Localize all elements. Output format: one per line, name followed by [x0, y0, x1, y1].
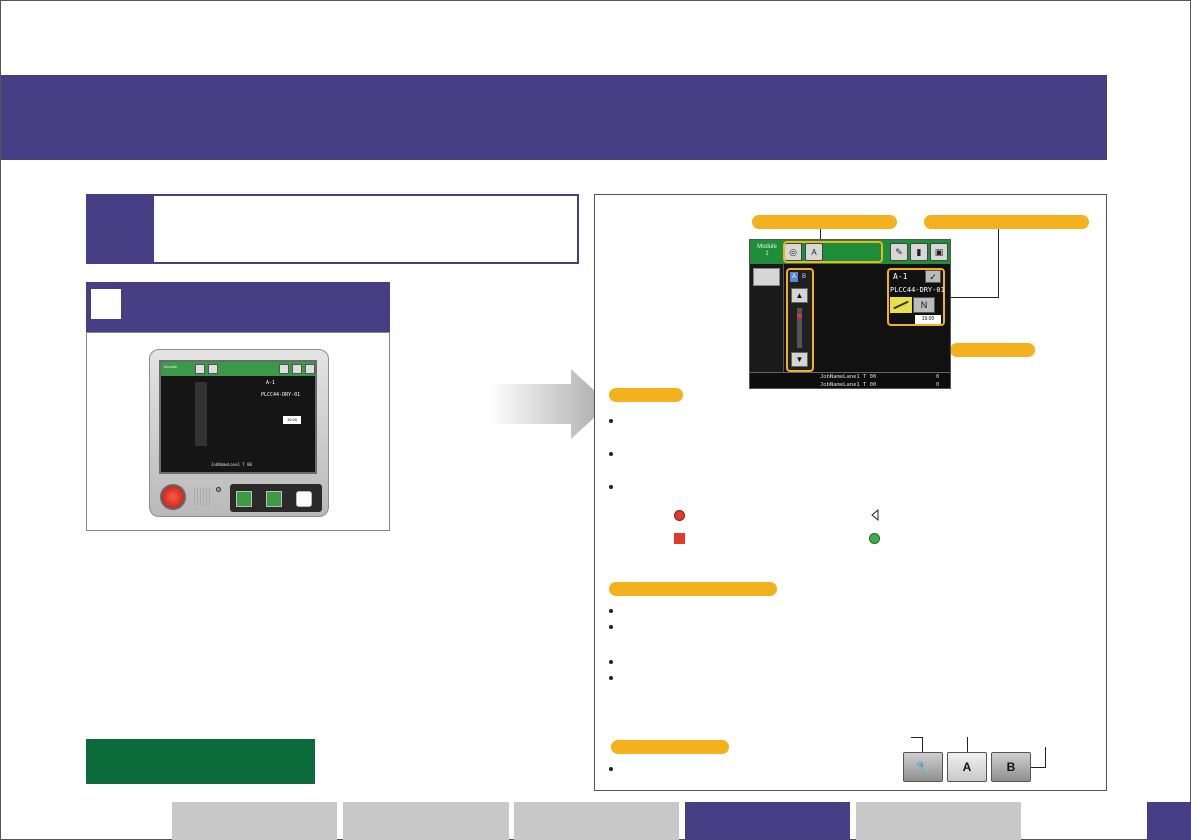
bullet [609, 419, 613, 423]
wrench-icon[interactable]: ✎ [890, 243, 908, 261]
part-image-icon [890, 297, 912, 313]
device-a-icon [208, 364, 218, 374]
bullet [609, 660, 613, 664]
slot-id: A-1 [893, 272, 908, 281]
power-key[interactable] [296, 491, 312, 507]
device-status-text: JobNameLane1 T 00 [211, 462, 252, 467]
start-key[interactable] [236, 491, 252, 507]
label-pill [609, 388, 683, 402]
grid-b-button[interactable]: B [991, 752, 1031, 782]
hmi-left-column [750, 264, 784, 372]
connector-line [1045, 747, 1046, 767]
indicator-led [216, 487, 221, 492]
bullet [609, 485, 613, 489]
device-module-label: Module [164, 364, 178, 369]
grid-a-button[interactable]: A [947, 752, 987, 782]
hmi-header-bar: Module 1 ◎ A ✎ ▮ ▣ [750, 240, 950, 264]
hmi-module-indicator: Module 1 [753, 244, 781, 258]
red-square-icon [674, 533, 685, 544]
device-screen: Module A-1 PLCC44-DRY-01 19.00 JobNameLa… [159, 360, 317, 474]
wrench-feeder-icon: 🔧 [915, 760, 931, 774]
left-triangle-icon [871, 509, 879, 521]
figure-header [86, 282, 390, 332]
device-part-number: PLCC44-DRY-01 [261, 392, 301, 398]
bullet [609, 625, 613, 629]
lane-buttons-highlight [783, 241, 883, 263]
device-wrench-icon [279, 364, 289, 374]
section-header [86, 194, 579, 264]
callout-slot-display [924, 215, 1089, 229]
hmi-scroll-column: A B ▲ ▼ [786, 268, 814, 372]
hmi-module-number: 1 [765, 251, 769, 257]
bullet [609, 452, 613, 456]
bullet [609, 767, 613, 771]
nav-tab-1[interactable] [172, 802, 337, 840]
nav-tab-5[interactable] [856, 802, 1021, 840]
hmi-status-bar: JobNameLane1 T 00 0 JobNameLane1 T 00 0 [750, 372, 950, 388]
checkmark-icon[interactable]: ✓ [925, 270, 941, 283]
label-pill [609, 582, 777, 596]
page: Module A-1 PLCC44-DRY-01 19.00 JobNameLa… [0, 0, 1191, 840]
tape-icon[interactable]: N [913, 297, 935, 313]
device-feeder-icon [292, 364, 302, 374]
grid-a-label: A [962, 760, 972, 774]
feeder-icon[interactable]: ▮ [910, 243, 928, 261]
device-slot-id: A-1 [266, 380, 276, 386]
hmi-screen: Module 1 ◎ A ✎ ▮ ▣ A B ▲ ▼ A-1 ✓ PLCC44-… [749, 239, 951, 389]
feeder-thumbnail-icon[interactable] [753, 268, 780, 286]
status-row-text: JobNameLane1 T 00 [820, 382, 877, 388]
slot-display: A-1 ✓ PLCC44-DRY-01 N 19.00 [887, 268, 945, 326]
scroll-highlight [786, 268, 814, 372]
hmi-module-label: Module [757, 244, 777, 250]
device-scroll-bar [195, 382, 207, 446]
connector-line [998, 229, 999, 298]
right-arrow-icon [489, 369, 609, 439]
nav-tab-2[interactable] [343, 802, 509, 840]
speaker-grill [194, 488, 212, 506]
green-circle-icon [869, 533, 880, 544]
label-pill [611, 740, 729, 754]
device-count: 19.00 [283, 416, 301, 424]
figure-panel: Module A-1 PLCC44-DRY-01 19.00 JobNameLa… [86, 332, 390, 531]
bullet [609, 609, 613, 613]
device-camera-icon [195, 364, 205, 374]
callout-lane-buttons [752, 215, 897, 229]
section-number-block [88, 196, 154, 262]
connector-line [967, 737, 968, 753]
status-row-value: 0 [936, 382, 940, 388]
part-number: PLCC44-DRY-01 [890, 286, 945, 294]
nav-tab-4[interactable] [685, 802, 850, 840]
status-row-text: JobNameLane1 T 00 [820, 374, 877, 380]
red-circle-icon [674, 510, 685, 521]
connector-line [951, 297, 999, 298]
title-banner [1, 75, 1107, 160]
connector-line [1031, 767, 1046, 768]
tool-icon[interactable]: ▣ [930, 243, 948, 261]
detail-panel: Module 1 ◎ A ✎ ▮ ▣ A B ▲ ▼ A-1 ✓ PLCC44-… [594, 194, 1107, 791]
grid-b-label: B [1006, 760, 1016, 774]
page-indicator [1147, 802, 1191, 840]
callout-status-area [950, 343, 1035, 357]
slot-count: 19.00 [915, 315, 941, 324]
emergency-stop-button[interactable] [160, 484, 186, 510]
figure-marker [91, 289, 121, 319]
control-panel-device: Module A-1 PLCC44-DRY-01 19.00 JobNameLa… [149, 349, 329, 517]
device-screen-header: Module [161, 362, 315, 376]
wrench-feeder-button[interactable]: 🔧 [903, 752, 943, 782]
connector-line [922, 737, 923, 753]
bullet [609, 676, 613, 680]
action-button[interactable] [86, 739, 315, 784]
nav-tab-3[interactable] [514, 802, 679, 840]
status-row-value: 0 [936, 374, 940, 380]
ready-on-key[interactable] [266, 491, 282, 507]
device-tool-icon [305, 364, 315, 374]
device-keypad [230, 484, 322, 512]
